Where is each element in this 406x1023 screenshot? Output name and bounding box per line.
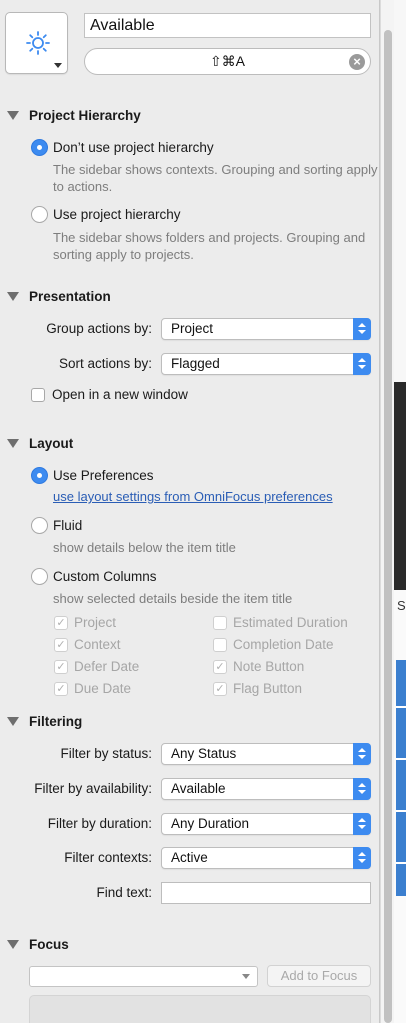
- popup-arrows-icon: [353, 318, 371, 340]
- filter-duration-popup[interactable]: Any Duration: [161, 813, 371, 835]
- background-row-divider: [396, 810, 406, 812]
- column-label-context: Context: [74, 637, 121, 652]
- shortcut-field[interactable]: ⇧⌘A ×: [84, 48, 371, 75]
- clear-circle-icon[interactable]: ×: [349, 54, 365, 70]
- radio-use-preferences[interactable]: [31, 467, 48, 484]
- focus-combo-box[interactable]: [29, 966, 258, 987]
- popup-arrows-icon: [353, 778, 371, 800]
- filter-contexts-label: Filter contexts:: [64, 850, 152, 865]
- column-checkbox-note-button[interactable]: ✓: [213, 660, 227, 674]
- vertical-scrollbar[interactable]: [380, 0, 394, 1023]
- section-title-focus: Focus: [29, 937, 69, 952]
- section-title-layout: Layout: [29, 436, 74, 451]
- radio-custom-columns[interactable]: [31, 568, 48, 585]
- section-title-filtering: Filtering: [29, 714, 83, 729]
- filter-status-label: Filter by status:: [60, 746, 152, 761]
- dropdown-arrow-icon: [242, 974, 250, 979]
- option-label-use-preferences: Use Preferences: [53, 468, 154, 483]
- disclosure-triangle-icon[interactable]: [7, 111, 19, 120]
- column-label-due-date: Due Date: [74, 681, 132, 696]
- section-title-presentation: Presentation: [29, 289, 111, 304]
- background-row-divider: [396, 862, 406, 864]
- scrollbar-thumb[interactable]: [384, 30, 392, 1023]
- radio-no-hierarchy[interactable]: [31, 139, 48, 156]
- column-label-completion-date: Completion Date: [233, 637, 334, 652]
- sort-by-value: Flagged: [171, 356, 220, 371]
- context-name-field[interactable]: Available: [84, 13, 371, 38]
- disclosure-triangle-icon[interactable]: [7, 292, 19, 301]
- disclosure-triangle-icon[interactable]: [7, 717, 19, 726]
- radio-use-hierarchy[interactable]: [31, 206, 48, 223]
- popup-arrows-icon: [353, 743, 371, 765]
- option-label-no-hierarchy: Don’t use project hierarchy: [53, 140, 214, 155]
- column-label-project: Project: [74, 615, 117, 630]
- layout-preferences-link[interactable]: use layout settings from OmniFocus prefe…: [53, 489, 333, 504]
- filter-contexts-value: Active: [171, 850, 208, 865]
- sort-by-popup[interactable]: Flagged: [161, 353, 371, 375]
- background-row-divider: [396, 758, 406, 760]
- group-by-popup[interactable]: Project: [161, 318, 371, 340]
- column-label-defer-date: Defer Date: [74, 659, 140, 674]
- column-label-note-button: Note Button: [233, 659, 305, 674]
- sun-icon: [26, 31, 50, 55]
- option-label-use-hierarchy: Use project hierarchy: [53, 207, 181, 222]
- filter-contexts-popup[interactable]: Active: [161, 847, 371, 869]
- section-title-project-hierarchy: Project Hierarchy: [29, 108, 141, 123]
- focus-list[interactable]: [29, 995, 371, 1023]
- background-selected-rows: [396, 660, 406, 896]
- filter-status-value: Any Status: [171, 746, 237, 761]
- dropdown-arrow-icon: [54, 63, 62, 68]
- add-to-focus-button[interactable]: Add to Focus: [267, 965, 371, 987]
- filter-availability-value: Available: [171, 781, 226, 796]
- column-checkbox-defer-date[interactable]: ✓: [54, 660, 68, 674]
- find-text-field[interactable]: [161, 882, 371, 904]
- popup-arrows-icon: [353, 813, 371, 835]
- filter-duration-label: Filter by duration:: [47, 816, 152, 831]
- filter-duration-value: Any Duration: [171, 816, 250, 831]
- column-label-flag-button: Flag Button: [233, 681, 303, 696]
- option-label-custom-columns: Custom Columns: [53, 569, 157, 584]
- popup-arrows-icon: [353, 353, 371, 375]
- option-desc-custom-columns: show selected details beside the item ti…: [53, 591, 293, 606]
- filter-status-popup[interactable]: Any Status: [161, 743, 371, 765]
- option-label-fluid: Fluid: [53, 518, 83, 533]
- inspector-panel: Available ⇧⌘A × Project Hierarchy Don’t …: [0, 0, 380, 1023]
- context-icon-picker[interactable]: [5, 12, 68, 74]
- group-by-label: Group actions by:: [46, 321, 152, 336]
- column-checkbox-context[interactable]: ✓: [54, 638, 68, 652]
- option-desc-fluid: show details below the item title: [53, 540, 236, 555]
- column-checkbox-flag-button[interactable]: ✓: [213, 682, 227, 696]
- radio-fluid[interactable]: [31, 517, 48, 534]
- option-desc-use-hierarchy: The sidebar shows folders and projects. …: [53, 230, 366, 262]
- background-row-divider: [396, 706, 406, 708]
- column-checkbox-completion-date[interactable]: [213, 638, 227, 652]
- background-partial-text: S: [397, 598, 406, 613]
- column-checkbox-project[interactable]: ✓: [54, 616, 68, 630]
- option-desc-no-hierarchy: The sidebar shows contexts. Grouping and…: [53, 162, 378, 194]
- popup-arrows-icon: [353, 847, 371, 869]
- sort-by-label: Sort actions by:: [58, 356, 152, 371]
- new-window-label: Open in a new window: [52, 387, 188, 402]
- group-by-value: Project: [171, 321, 214, 336]
- disclosure-triangle-icon[interactable]: [7, 439, 19, 448]
- disclosure-triangle-icon[interactable]: [7, 940, 19, 949]
- new-window-checkbox[interactable]: [31, 388, 45, 402]
- shortcut-value: ⇧⌘A: [209, 53, 246, 69]
- find-text-label: Find text:: [96, 885, 152, 900]
- column-checkbox-due-date[interactable]: ✓: [54, 682, 68, 696]
- filter-availability-label: Filter by availability:: [34, 781, 152, 796]
- column-label-estimated-duration: Estimated Duration: [233, 615, 348, 630]
- column-checkbox-estimated-duration[interactable]: [213, 616, 227, 630]
- filter-availability-popup[interactable]: Available: [161, 778, 371, 800]
